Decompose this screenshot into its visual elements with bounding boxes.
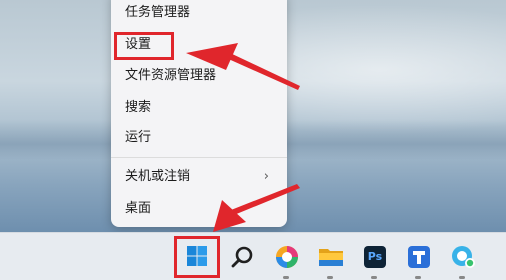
arrow-to-settings	[186, 43, 300, 90]
annotation-arrows	[186, 43, 300, 232]
arrow-to-start	[213, 184, 300, 232]
